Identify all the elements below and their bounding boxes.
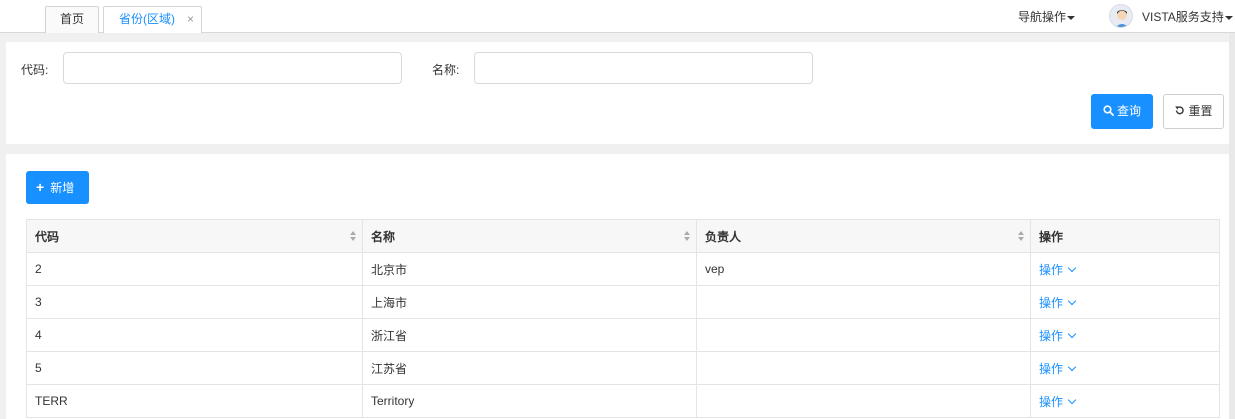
code-input[interactable] [63,52,402,84]
sort-icon[interactable] [350,231,356,241]
cell-name: 北京市 [362,252,697,286]
column-header-action: 操作 [1030,219,1220,253]
navigation-menu-label: 导航操作 [1018,10,1067,24]
cell-owner [696,285,1031,319]
cell-name: 上海市 [362,285,697,319]
table-row[interactable]: 3 上海市 操作 [26,285,1220,319]
cell-owner [696,351,1031,385]
cell-name: Territory [362,384,697,418]
action-dropdown[interactable]: 操作 [1039,295,1077,310]
cell-owner [696,384,1031,418]
query-label: 查询 [1116,104,1141,118]
caret-down-icon [1067,15,1076,20]
cell-action: 操作 [1030,351,1220,385]
add-button[interactable]: + 新增 [26,171,89,204]
cell-action: 操作 [1030,285,1220,319]
table-row[interactable]: TERR Territory 操作 [26,384,1220,418]
plus-icon: + [36,179,45,195]
avatar[interactable] [1109,4,1133,28]
cell-code: 3 [26,285,363,319]
chevron-down-icon [1067,395,1077,404]
close-icon[interactable]: × [187,7,194,32]
action-label: 操作 [1039,361,1064,376]
cell-name: 浙江省 [362,318,697,352]
column-title: 负责人 [705,229,742,244]
table-header-row: 代码 名称 负责人 操作 [26,219,1220,253]
chevron-down-icon [1067,296,1077,305]
user-menu[interactable]: VISTA服务支持 [1142,8,1233,25]
action-dropdown[interactable]: 操作 [1039,328,1077,343]
user-name: VISTA服务支持 [1142,10,1224,24]
reset-label: 重置 [1188,104,1213,118]
undo-icon [1175,106,1185,115]
table-panel: + 新增 代码 名称 负责人 操作 2 北京市 vep 操作 3 上海市 操作 … [6,154,1229,419]
cell-action: 操作 [1030,318,1220,352]
search-icon [1103,105,1114,116]
search-panel: 代码: 名称: 查询 重置 [6,42,1229,144]
cell-owner: vep [696,252,1031,286]
data-table: 代码 名称 负责人 操作 2 北京市 vep 操作 3 上海市 操作 4 浙江省 [26,219,1220,418]
cell-code: 5 [26,351,363,385]
action-dropdown[interactable]: 操作 [1039,394,1077,409]
chevron-down-icon [1067,329,1077,338]
column-header-code[interactable]: 代码 [26,219,363,253]
table-row[interactable]: 2 北京市 vep 操作 [26,252,1220,286]
cell-action: 操作 [1030,384,1220,418]
chevron-down-icon [1067,362,1077,371]
name-label: 名称: [432,63,460,77]
cell-code: TERR [26,384,363,418]
navigation-menu[interactable]: 导航操作 [1018,8,1076,25]
chevron-down-icon [1067,263,1077,272]
table-row[interactable]: 5 江苏省 操作 [26,351,1220,385]
tab-province-region[interactable]: 省份(区域) × [103,6,202,33]
caret-down-icon [1224,15,1233,20]
column-title: 代码 [35,229,60,244]
column-header-owner[interactable]: 负责人 [696,219,1031,253]
cell-name: 江苏省 [362,351,697,385]
query-button[interactable]: 查询 [1091,94,1153,129]
reset-button[interactable]: 重置 [1163,94,1224,129]
cell-code: 2 [26,252,363,286]
column-title: 操作 [1039,229,1064,244]
scrollbar[interactable] [1229,33,1235,419]
tab-home[interactable]: 首页 [45,6,99,33]
name-input[interactable] [474,52,813,84]
cell-owner [696,318,1031,352]
cell-code: 4 [26,318,363,352]
user-avatar-icon [1115,10,1129,27]
sort-icon[interactable] [1018,231,1024,241]
code-label: 代码: [21,63,49,77]
top-bar: 首页 省份(区域) × 导航操作 VISTA服务支持 [0,0,1235,33]
action-dropdown[interactable]: 操作 [1039,262,1077,277]
action-dropdown[interactable]: 操作 [1039,361,1077,376]
action-label: 操作 [1039,262,1064,277]
table-row[interactable]: 4 浙江省 操作 [26,318,1220,352]
action-label: 操作 [1039,328,1064,343]
cell-action: 操作 [1030,252,1220,286]
action-label: 操作 [1039,295,1064,310]
action-label: 操作 [1039,394,1064,409]
sort-icon[interactable] [684,231,690,241]
column-header-name[interactable]: 名称 [362,219,697,253]
add-label: 新增 [50,181,75,195]
tab-label: 省份(区域) [119,12,175,26]
column-title: 名称 [371,229,396,244]
